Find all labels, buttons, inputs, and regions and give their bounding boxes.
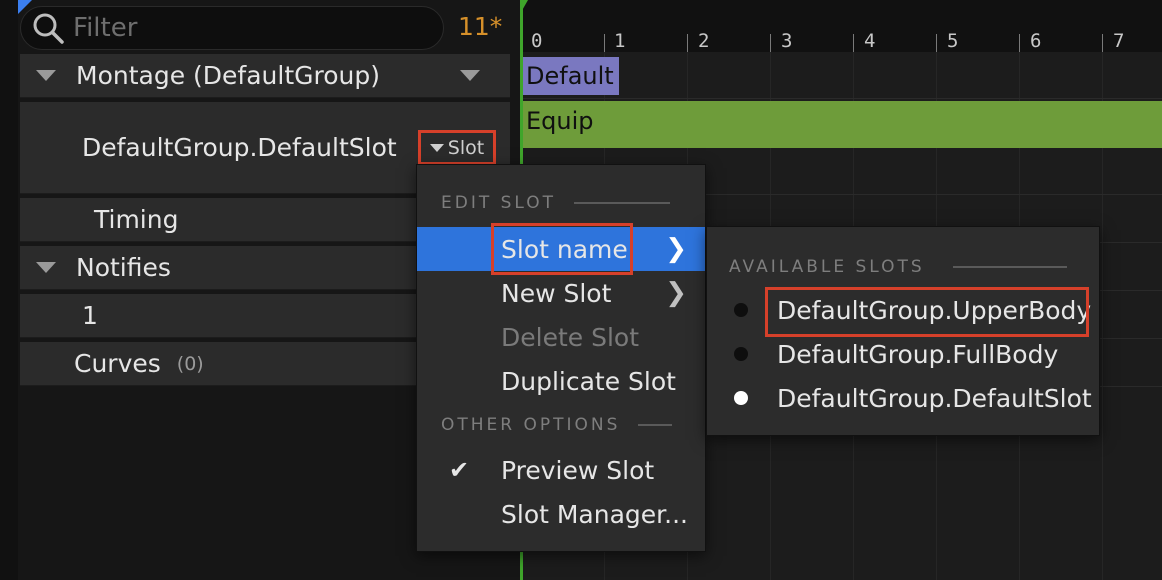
tick-mark xyxy=(1019,34,1020,52)
slot-option-label: DefaultGroup.FullBody xyxy=(777,339,1059,369)
slot-button-label: Slot xyxy=(447,136,485,159)
available-slots-heading: AVAILABLE SLOTS xyxy=(729,257,1067,277)
menu-item-label: Duplicate Slot xyxy=(501,366,676,396)
menu-item-duplicate-slot[interactable]: Duplicate Slot xyxy=(417,359,705,403)
tick-label: 5 xyxy=(947,30,959,52)
curves-count: (0) xyxy=(176,352,204,375)
tick-label: 4 xyxy=(864,30,876,52)
section-default-block[interactable]: Default xyxy=(522,57,619,95)
tick-label: 7 xyxy=(1113,30,1125,52)
other-options-heading-text: OTHER OPTIONS xyxy=(441,415,621,435)
menu-item-label: Preview Slot xyxy=(501,455,655,485)
montage-label: Montage (DefaultGroup) xyxy=(76,61,380,90)
chevron-right-icon: ❯ xyxy=(665,234,687,264)
radio-dot-selected-icon xyxy=(734,391,748,405)
other-options-heading: OTHER OPTIONS xyxy=(441,415,673,435)
menu-item-new-slot[interactable]: New Slot ❯ xyxy=(417,271,705,315)
search-icon xyxy=(33,13,64,44)
slot-track-label: DefaultGroup.DefaultSlot xyxy=(82,133,397,162)
heading-divider xyxy=(574,202,671,204)
menu-item-slot-manager[interactable]: Slot Manager... xyxy=(417,492,705,536)
filter-count-indicator: 11* xyxy=(458,12,503,41)
menu-item-label: Slot Manager... xyxy=(501,499,688,529)
available-slots-heading-text: AVAILABLE SLOTS xyxy=(729,257,925,277)
available-slots-submenu: AVAILABLE SLOTS DefaultGroup.UpperBody D… xyxy=(706,226,1100,436)
playhead-marker-icon[interactable] xyxy=(520,0,528,14)
notifies-label: Notifies xyxy=(76,253,171,282)
slot-option-fullbody[interactable]: DefaultGroup.FullBody xyxy=(707,332,1099,376)
tick-mark xyxy=(770,34,771,52)
heading-divider xyxy=(952,266,1067,268)
dropdown-arrow-icon[interactable] xyxy=(460,70,480,81)
checkmark-icon: ✔ xyxy=(449,456,470,484)
collapse-arrow-icon[interactable] xyxy=(36,262,56,273)
highlight-outline xyxy=(491,223,633,275)
tick-label: 3 xyxy=(781,30,793,52)
highlight-outline xyxy=(765,287,1089,337)
filter-search-box[interactable] xyxy=(20,6,444,50)
filter-input[interactable] xyxy=(73,13,413,43)
slot-dropdown-button[interactable]: Slot xyxy=(418,130,496,165)
menu-item-label: Delete Slot xyxy=(501,322,640,352)
montage-track-row[interactable]: Montage (DefaultGroup) xyxy=(20,54,510,98)
tick-mark xyxy=(936,34,937,52)
slot-option-label: DefaultGroup.DefaultSlot xyxy=(777,383,1092,413)
tick-mark xyxy=(687,34,688,52)
slot-option-defaultslot[interactable]: DefaultGroup.DefaultSlot xyxy=(707,376,1099,420)
timing-label: Timing xyxy=(94,205,179,234)
tick-label: 2 xyxy=(698,30,710,52)
radio-dot-icon xyxy=(734,303,748,317)
menu-item-delete-slot: Delete Slot xyxy=(417,315,705,359)
menu-item-preview-slot[interactable]: ✔ Preview Slot xyxy=(417,448,705,492)
radio-dot-icon xyxy=(734,347,748,361)
chevron-right-icon: ❯ xyxy=(665,278,687,308)
tick-mark xyxy=(853,34,854,52)
curves-label: Curves xyxy=(74,349,161,378)
notify-track-label: 1 xyxy=(82,301,98,330)
tick-label: 6 xyxy=(1030,30,1042,52)
edit-slot-heading: EDIT SLOT xyxy=(441,193,671,213)
tick-mark xyxy=(604,34,605,52)
tick-label: 1 xyxy=(614,30,626,52)
tick-mark xyxy=(1102,34,1103,52)
tick-label: 0 xyxy=(531,30,543,52)
section-equip-block[interactable]: Equip xyxy=(522,101,1162,148)
menu-item-label: New Slot xyxy=(501,278,612,308)
slot-context-menu: EDIT SLOT Slot name ❯ New Slot ❯ Delete … xyxy=(416,164,706,552)
panel-gutter xyxy=(0,0,18,580)
grid-row-divider xyxy=(520,98,1162,99)
collapse-arrow-icon[interactable] xyxy=(36,70,56,81)
slot-dropdown-arrow-icon xyxy=(429,143,444,152)
heading-divider xyxy=(638,424,673,426)
time-ruler[interactable]: 0 1 2 3 4 5 6 7 xyxy=(520,0,1162,52)
edit-slot-heading-text: EDIT SLOT xyxy=(441,193,557,213)
